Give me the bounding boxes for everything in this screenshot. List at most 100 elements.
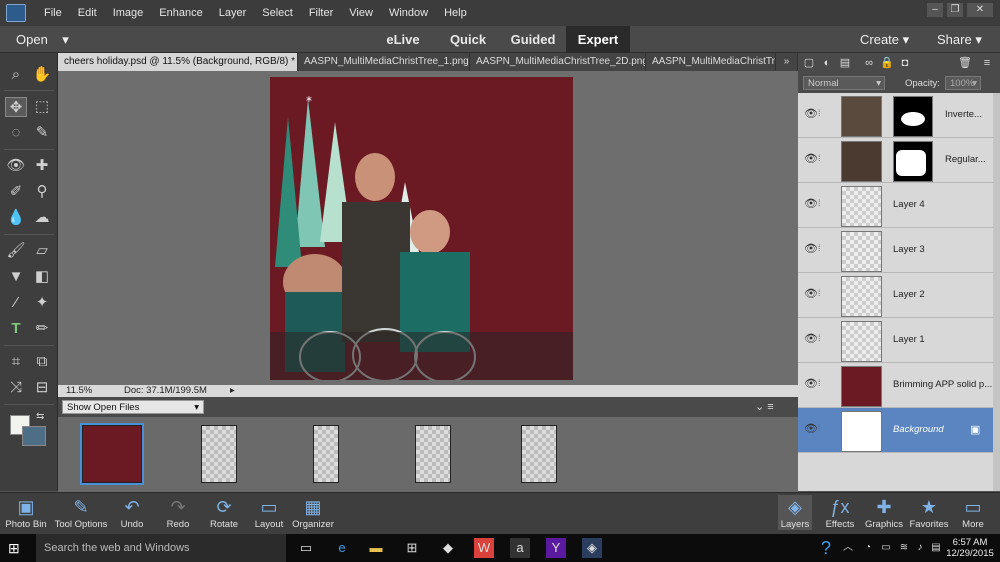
delete-layer-icon[interactable]: 🗑	[958, 56, 972, 70]
menu-layer[interactable]: Layer	[211, 7, 255, 19]
layer-row[interactable]: 👁 ⁞ Inverte...	[798, 93, 993, 138]
layer-row-selected[interactable]: 👁 ⁞ Background ▣	[798, 408, 993, 453]
zoom-tool-icon[interactable]: ⌕	[5, 65, 27, 85]
undo-button[interactable]: ↶ Undo	[114, 495, 150, 530]
panel-menu-icon[interactable]: ≡	[980, 56, 994, 70]
notifications-icon[interactable]: ▤	[926, 538, 946, 558]
layers-scrollbar[interactable]	[993, 93, 1000, 491]
crop-tool-icon[interactable]: ⌗	[5, 352, 27, 372]
create-button[interactable]: Create ▾	[860, 32, 909, 48]
tab-cheers-holiday[interactable]: cheers holiday.psd @ 11.5% (Background, …	[58, 53, 298, 71]
quick-selection-tool-icon[interactable]: ✎	[31, 123, 53, 143]
recompose-tool-icon[interactable]: ⧉	[31, 352, 53, 372]
bin-thumb-tree-3[interactable]	[415, 425, 451, 483]
layer-mask-thumbnail[interactable]	[893, 96, 933, 137]
visibility-eye-icon[interactable]: 👁	[804, 108, 818, 120]
visibility-eye-icon[interactable]: 👁	[804, 198, 818, 210]
status-arrow-icon[interactable]: ▸	[230, 385, 235, 396]
file-explorer-icon[interactable]: ▬	[366, 538, 386, 558]
office-app-icon[interactable]: W	[474, 538, 494, 558]
straighten-tool-icon[interactable]: ⊟	[31, 378, 53, 398]
new-layer-icon[interactable]: ▢	[802, 56, 816, 70]
menu-enhance[interactable]: Enhance	[151, 7, 210, 19]
background-color-swatch[interactable]	[22, 426, 46, 446]
menu-select[interactable]: Select	[254, 7, 301, 19]
help-icon[interactable]: ?	[816, 538, 836, 558]
minimize-button[interactable]: –	[927, 3, 943, 17]
custom-shape-tool-icon[interactable]: ✦	[31, 293, 53, 313]
bin-thumb-tree-2[interactable]	[313, 425, 339, 483]
layer-row[interactable]: 👁 ⁞ Regular...	[798, 138, 993, 183]
lasso-tool-icon[interactable]: ◌	[5, 123, 27, 143]
link-layers-icon[interactable]: ∞	[862, 56, 876, 70]
store-icon[interactable]: ⊞	[402, 538, 422, 558]
layer-row[interactable]: 👁 ⁞ Brimming APP solid p...	[798, 363, 993, 408]
windows-start-icon[interactable]: ⊞	[8, 541, 24, 555]
sponge-tool-icon[interactable]: ☁	[31, 208, 53, 228]
layer-mask-icon[interactable]: ◘	[898, 56, 912, 70]
document-image[interactable]: *	[270, 77, 573, 380]
taskbar-search-box[interactable]: Search the web and Windows	[36, 534, 286, 562]
opacity-input[interactable]: 100% ▾	[945, 76, 981, 90]
system-tray-arrow-icon[interactable]: ︿	[838, 538, 858, 558]
content-aware-move-tool-icon[interactable]: ⤨	[5, 378, 27, 398]
visibility-eye-icon[interactable]: 👁	[804, 378, 818, 390]
pencil-tool-icon[interactable]: ✏	[31, 319, 53, 339]
yahoo-icon[interactable]: Y	[546, 538, 566, 558]
layer-row[interactable]: 👁 ⁞ Layer 4	[798, 183, 993, 228]
organizer-button[interactable]: ▦ Organizer	[292, 495, 334, 530]
visibility-eye-icon[interactable]: 👁	[804, 423, 818, 435]
layers-panel-button[interactable]: ◈ Layers	[778, 495, 812, 530]
bin-thumb-cheers-holiday[interactable]	[80, 423, 144, 485]
swap-colors-icon[interactable]: ⇆	[36, 411, 44, 422]
mode-quick-tab[interactable]: Quick	[438, 26, 498, 53]
brush-tool-icon[interactable]: 🖌	[5, 241, 27, 261]
move-tool-icon[interactable]: ✥	[5, 97, 27, 117]
canvas-area[interactable]: *	[58, 71, 798, 385]
rotate-button[interactable]: ⟳ Rotate	[204, 495, 244, 530]
bin-thumb-tree-4[interactable]	[521, 425, 557, 483]
amazon-icon[interactable]: a	[510, 538, 530, 558]
bin-menu-icon[interactable]: ⌄ ≡	[755, 400, 774, 413]
mode-guided-tab[interactable]: Guided	[500, 26, 566, 53]
blend-mode-select[interactable]: Normal ▾	[803, 76, 885, 90]
taskbar-clock[interactable]: 6:57 AM 12/29/2015	[946, 537, 994, 559]
layer-mask-thumbnail[interactable]	[893, 141, 933, 182]
paint-bucket-tool-icon[interactable]: ▼	[5, 267, 27, 287]
close-button[interactable]: ✕	[967, 3, 993, 17]
visibility-eye-icon[interactable]: 👁	[804, 153, 818, 165]
mode-elive-tab[interactable]: eLive	[372, 26, 434, 53]
menu-view[interactable]: View	[341, 7, 381, 19]
lock-icon[interactable]: ▣	[970, 423, 980, 436]
layout-button[interactable]: ▭ Layout	[250, 495, 288, 530]
eyedropper-tool-icon[interactable]: ⁄	[5, 293, 27, 313]
more-button[interactable]: ▭ More	[956, 495, 990, 530]
photoshop-elements-taskbar-icon[interactable]: ◈	[582, 538, 602, 558]
tab-christtree-1[interactable]: AASPN_MultiMediaChristTree_1.png ✕	[298, 53, 470, 71]
gradient-tool-icon[interactable]: ◧	[31, 267, 53, 287]
tab-christtree-2d[interactable]: AASPN_MultiMediaChristTree_2D.png ✕	[470, 53, 646, 71]
layer-row[interactable]: 👁 ⁞ Layer 3	[798, 228, 993, 273]
network-status-icon[interactable]: ◔	[858, 538, 878, 558]
task-view-icon[interactable]: ▭	[296, 538, 316, 558]
marquee-tool-icon[interactable]: ⬚	[31, 97, 53, 117]
bin-thumb-tree-1[interactable]	[201, 425, 237, 483]
show-open-files-select[interactable]: Show Open Files ▾	[62, 400, 204, 414]
visibility-eye-icon[interactable]: 👁	[804, 243, 818, 255]
tool-options-button[interactable]: ✎ Tool Options	[52, 495, 110, 530]
eraser-tool-icon[interactable]: ▱	[31, 241, 53, 261]
open-button[interactable]: Open ▾	[16, 32, 69, 48]
menu-image[interactable]: Image	[105, 7, 152, 19]
menu-file[interactable]: File	[36, 7, 70, 19]
share-button[interactable]: Share ▾	[937, 32, 982, 48]
effects-button[interactable]: ƒx Effects	[822, 495, 858, 530]
blur-tool-icon[interactable]: 💧	[5, 208, 27, 228]
menu-window[interactable]: Window	[381, 7, 436, 19]
edge-browser-icon[interactable]: e	[332, 538, 352, 558]
new-group-icon[interactable]: ▤	[838, 56, 852, 70]
spot-healing-tool-icon[interactable]: ✚	[31, 156, 53, 176]
menu-filter[interactable]: Filter	[301, 7, 341, 19]
menu-help[interactable]: Help	[436, 7, 475, 19]
maximize-button[interactable]: ❐	[947, 3, 963, 17]
clone-stamp-tool-icon[interactable]: ⚲	[31, 182, 53, 202]
